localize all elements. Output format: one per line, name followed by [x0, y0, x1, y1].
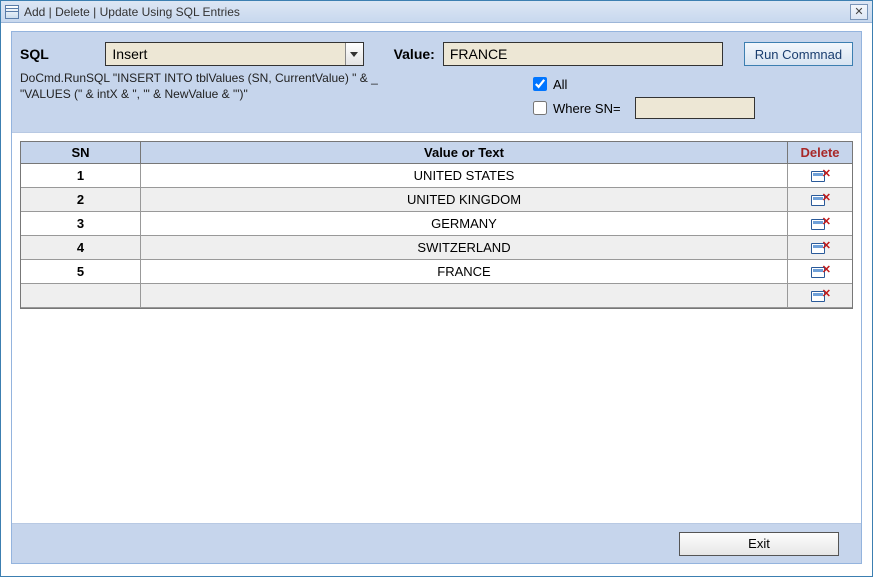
header-delete: Delete — [788, 142, 852, 163]
header-sn: SN — [21, 142, 141, 163]
delete-icon[interactable]: ✕ — [811, 217, 829, 231]
sql-combo[interactable]: Insert — [105, 42, 363, 66]
cell-value: GERMANY — [141, 212, 788, 235]
table-row: ✕ — [21, 284, 852, 308]
cell-delete[interactable]: ✕ — [788, 284, 852, 307]
cell-delete[interactable]: ✕ — [788, 212, 852, 235]
cell-value — [141, 284, 788, 307]
cell-value: SWITZERLAND — [141, 236, 788, 259]
table-row: 5FRANCE ✕ — [21, 260, 852, 284]
table-row: 4SWITZERLAND ✕ — [21, 236, 852, 260]
grid-header: SN Value or Text Delete — [21, 142, 852, 164]
delete-icon[interactable]: ✕ — [811, 193, 829, 207]
grid-body: 1UNITED STATES ✕ 2UNITED KINGDOM ✕ 3GERMANY ✕… — [21, 164, 852, 308]
cell-sn: 3 — [21, 212, 141, 235]
run-command-button[interactable]: Run Commnad — [744, 42, 853, 66]
header-value: Value or Text — [141, 142, 788, 163]
exit-button[interactable]: Exit — [679, 532, 839, 556]
sql-combo-value: Insert — [112, 46, 147, 62]
form-body: SQL Insert Value: FRANCE Run Commnad DoC… — [11, 31, 862, 564]
window-title: Add | Delete | Update Using SQL Entries — [24, 5, 850, 19]
cell-value: UNITED KINGDOM — [141, 188, 788, 211]
bottom-panel: Exit — [12, 523, 861, 563]
delete-icon[interactable]: ✕ — [811, 289, 829, 303]
options-group: All Where SN= — [533, 72, 853, 120]
where-sn-input[interactable] — [635, 97, 755, 119]
table-row: 2UNITED KINGDOM ✕ — [21, 188, 852, 212]
delete-icon[interactable]: ✕ — [811, 265, 829, 279]
table-row: 3GERMANY ✕ — [21, 212, 852, 236]
delete-icon[interactable]: ✕ — [811, 241, 829, 255]
cell-value: FRANCE — [141, 260, 788, 283]
values-grid: SN Value or Text Delete 1UNITED STATES✕2… — [20, 141, 853, 309]
all-label: All — [553, 77, 567, 92]
where-sn-label: Where SN= — [553, 101, 621, 116]
cell-sn: 4 — [21, 236, 141, 259]
all-checkbox[interactable] — [533, 77, 547, 91]
sql-label: SQL — [20, 46, 97, 62]
control-row: SQL Insert Value: FRANCE Run Commnad — [20, 42, 853, 66]
top-panel: SQL Insert Value: FRANCE Run Commnad DoC… — [12, 32, 861, 133]
cell-delete[interactable]: ✕ — [788, 164, 852, 187]
form-window: Add | Delete | Update Using SQL Entries … — [0, 0, 873, 577]
cell-delete[interactable]: ✕ — [788, 260, 852, 283]
cell-sn: 2 — [21, 188, 141, 211]
value-input[interactable]: FRANCE — [443, 42, 723, 66]
chevron-down-icon[interactable] — [345, 43, 363, 65]
cell-sn: 5 — [21, 260, 141, 283]
cell-delete[interactable]: ✕ — [788, 188, 852, 211]
cell-sn — [21, 284, 141, 307]
form-icon — [5, 5, 19, 19]
cell-delete[interactable]: ✕ — [788, 236, 852, 259]
delete-icon[interactable]: ✕ — [811, 169, 829, 183]
cell-sn: 1 — [21, 164, 141, 187]
title-bar: Add | Delete | Update Using SQL Entries … — [1, 1, 872, 23]
value-label: Value: — [394, 46, 435, 62]
where-sn-checkbox[interactable] — [533, 101, 547, 115]
close-button[interactable]: ✕ — [850, 4, 868, 20]
table-row: 1UNITED STATES ✕ — [21, 164, 852, 188]
cell-value: UNITED STATES — [141, 164, 788, 187]
